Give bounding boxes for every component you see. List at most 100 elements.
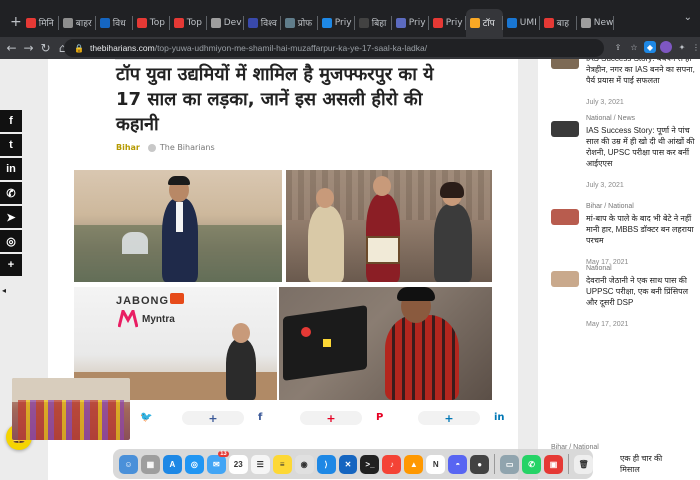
- tab-strip: + ⌄ मिनि बाहर विध Top Top Dev विश्व प्रोफ Priy बिह…: [0, 0, 700, 37]
- sidebar-item-title[interactable]: मां-बाप के पाले के बाद भी बेटे ने नहीं म…: [586, 213, 696, 246]
- notion-icon[interactable]: N: [426, 454, 446, 474]
- browser-tab[interactable]: UMI: [503, 9, 540, 37]
- discord-icon[interactable]: ◓: [448, 454, 468, 474]
- calendar-icon[interactable]: 23: [228, 454, 248, 474]
- browser-tab[interactable]: New: [577, 9, 614, 37]
- safari-icon[interactable]: ◎: [184, 454, 204, 474]
- collapse-share-icon[interactable]: ◂: [2, 286, 6, 295]
- tab-label: बिहा: [371, 19, 387, 29]
- pinterest-icon[interactable]: P: [376, 412, 383, 423]
- browser-tab[interactable]: Top: [170, 9, 207, 37]
- browser-tab[interactable]: प्रोफ: [281, 9, 318, 37]
- sidebar-item-title[interactable]: देवरानी जेठानी ने एक साथ पास की UPPSC पर…: [586, 275, 696, 308]
- window-controls[interactable]: ⌄: [684, 12, 692, 23]
- share-plus-button[interactable]: +: [300, 411, 362, 425]
- dock-separator: [494, 454, 496, 474]
- reload-icon[interactable]: ↻: [37, 41, 54, 55]
- github-icon[interactable]: ●: [470, 454, 490, 474]
- toolbar: ← → ↻ ⌂ 🔒 thebiharians.com /top-yuwa-udh…: [0, 37, 700, 59]
- favicon-icon: [395, 17, 406, 28]
- twitter-icon[interactable]: t: [0, 134, 22, 156]
- telegram-icon[interactable]: ➤: [0, 206, 22, 228]
- back-icon[interactable]: ←: [3, 41, 20, 55]
- preview-icon[interactable]: ▭: [500, 454, 520, 474]
- browser-tab[interactable]: बाहर: [59, 9, 96, 37]
- sidebar-item-thumbnail[interactable]: [551, 209, 579, 225]
- notes-icon[interactable]: ≡: [272, 454, 292, 474]
- sidebar-item-category[interactable]: National / News: [586, 115, 635, 122]
- menu-icon[interactable]: ⋮: [690, 41, 700, 53]
- browser-tab[interactable]: Priy: [318, 9, 355, 37]
- browser-tab[interactable]: टॉप: [465, 8, 503, 37]
- facebook-icon[interactable]: f: [0, 110, 22, 132]
- floating-social-bar: f t in ✆ ➤ ◎ +: [0, 110, 22, 278]
- browser-tab[interactable]: विश्व: [244, 9, 281, 37]
- sidebar-item-title[interactable]: IAS Success Story: पूर्णा ने पांच साल की…: [586, 125, 696, 169]
- sidebar-item-thumbnail[interactable]: [551, 121, 579, 137]
- favicon-icon: [99, 17, 110, 28]
- new-tab-button[interactable]: +: [10, 14, 22, 30]
- mail-icon[interactable]: ✉ 13: [206, 450, 229, 474]
- share-plus-button[interactable]: +: [182, 411, 244, 425]
- launchpad-icon[interactable]: ▦: [140, 454, 160, 474]
- myntra-logo-icon: [118, 310, 138, 328]
- browser-tab[interactable]: बाह: [540, 9, 577, 37]
- sidebar-item-category[interactable]: Bihar / National: [586, 203, 634, 210]
- more-icon[interactable]: +: [0, 254, 22, 276]
- sidebar-item-date: May 17, 2021: [586, 321, 629, 328]
- vscode-icon[interactable]: ⟩: [316, 454, 336, 474]
- anydesk-icon[interactable]: ▣: [544, 454, 564, 474]
- whatsapp-icon[interactable]: ✆: [522, 454, 542, 474]
- instagram-icon[interactable]: ◎: [0, 230, 22, 252]
- author-avatar: [147, 143, 156, 152]
- sidebar-item-title[interactable]: IAS Success Story: बचपन से ही नेत्रहीन, …: [586, 59, 696, 86]
- sidebar-item-category[interactable]: National: [586, 265, 612, 272]
- myntra-logo-text: Myntra: [142, 314, 175, 325]
- trash-icon[interactable]: 🗑: [574, 454, 594, 474]
- bookmark-star-icon[interactable]: ☆: [628, 41, 640, 53]
- favicon-icon: [580, 17, 591, 28]
- facebook-icon[interactable]: f: [258, 412, 262, 423]
- favicon-icon: [358, 17, 369, 28]
- extension-icon[interactable]: ◆: [644, 41, 656, 53]
- browser-tab[interactable]: Top: [133, 9, 170, 37]
- url-host: thebiharians.com: [89, 43, 155, 53]
- linkedin-icon[interactable]: in: [0, 158, 22, 180]
- finder-icon[interactable]: ☺: [119, 454, 138, 474]
- music-icon[interactable]: ♪: [382, 454, 402, 474]
- xcode-icon[interactable]: ✕: [338, 454, 358, 474]
- browser-tab[interactable]: Priy: [429, 9, 466, 37]
- category-link[interactable]: Bihar: [116, 143, 140, 152]
- browser-tab[interactable]: विध: [96, 9, 133, 37]
- address-bar[interactable]: 🔒 thebiharians.com /top-yuwa-udhmiyon-me…: [64, 39, 604, 57]
- extensions-puzzle-icon[interactable]: ✦: [676, 41, 688, 53]
- dock-separator: [568, 454, 570, 474]
- author-link[interactable]: The Biharians: [160, 143, 215, 152]
- app-store-icon[interactable]: A: [162, 454, 182, 474]
- sidebar-item-title[interactable]: एक ही चार की मिसाल: [620, 453, 680, 475]
- whatsapp-icon[interactable]: ✆: [0, 182, 22, 204]
- chrome-icon[interactable]: ◉: [294, 454, 314, 474]
- forward-icon[interactable]: →: [20, 41, 37, 55]
- extension-icon[interactable]: [660, 41, 672, 53]
- photo-boy-in-suit: [74, 170, 282, 282]
- twitter-icon[interactable]: 🐦: [140, 412, 152, 423]
- browser-tab[interactable]: मिनि: [22, 9, 59, 37]
- sidebar-featured-image[interactable]: [12, 378, 130, 440]
- share-icon[interactable]: ⇪: [612, 41, 624, 53]
- terminal-icon[interactable]: >_: [360, 454, 380, 474]
- favicon-icon: [469, 17, 480, 28]
- sidebar-item-thumbnail[interactable]: [551, 59, 579, 69]
- browser-tab[interactable]: बिहा: [355, 9, 392, 37]
- browser-tab[interactable]: Priy: [392, 9, 429, 37]
- favicon-icon: [284, 17, 295, 28]
- linkedin-icon[interactable]: in: [494, 412, 505, 423]
- favicon-icon: [321, 17, 332, 28]
- reminders-icon[interactable]: ☰: [250, 454, 270, 474]
- sidebar-item-thumbnail[interactable]: [551, 271, 579, 287]
- browser-tab[interactable]: Dev: [207, 9, 244, 37]
- share-plus-button[interactable]: +: [418, 411, 480, 425]
- sidebar-item-date: July 3, 2021: [586, 182, 624, 189]
- vlc-icon[interactable]: ▲: [404, 454, 424, 474]
- lock-icon[interactable]: 🔒: [74, 44, 84, 53]
